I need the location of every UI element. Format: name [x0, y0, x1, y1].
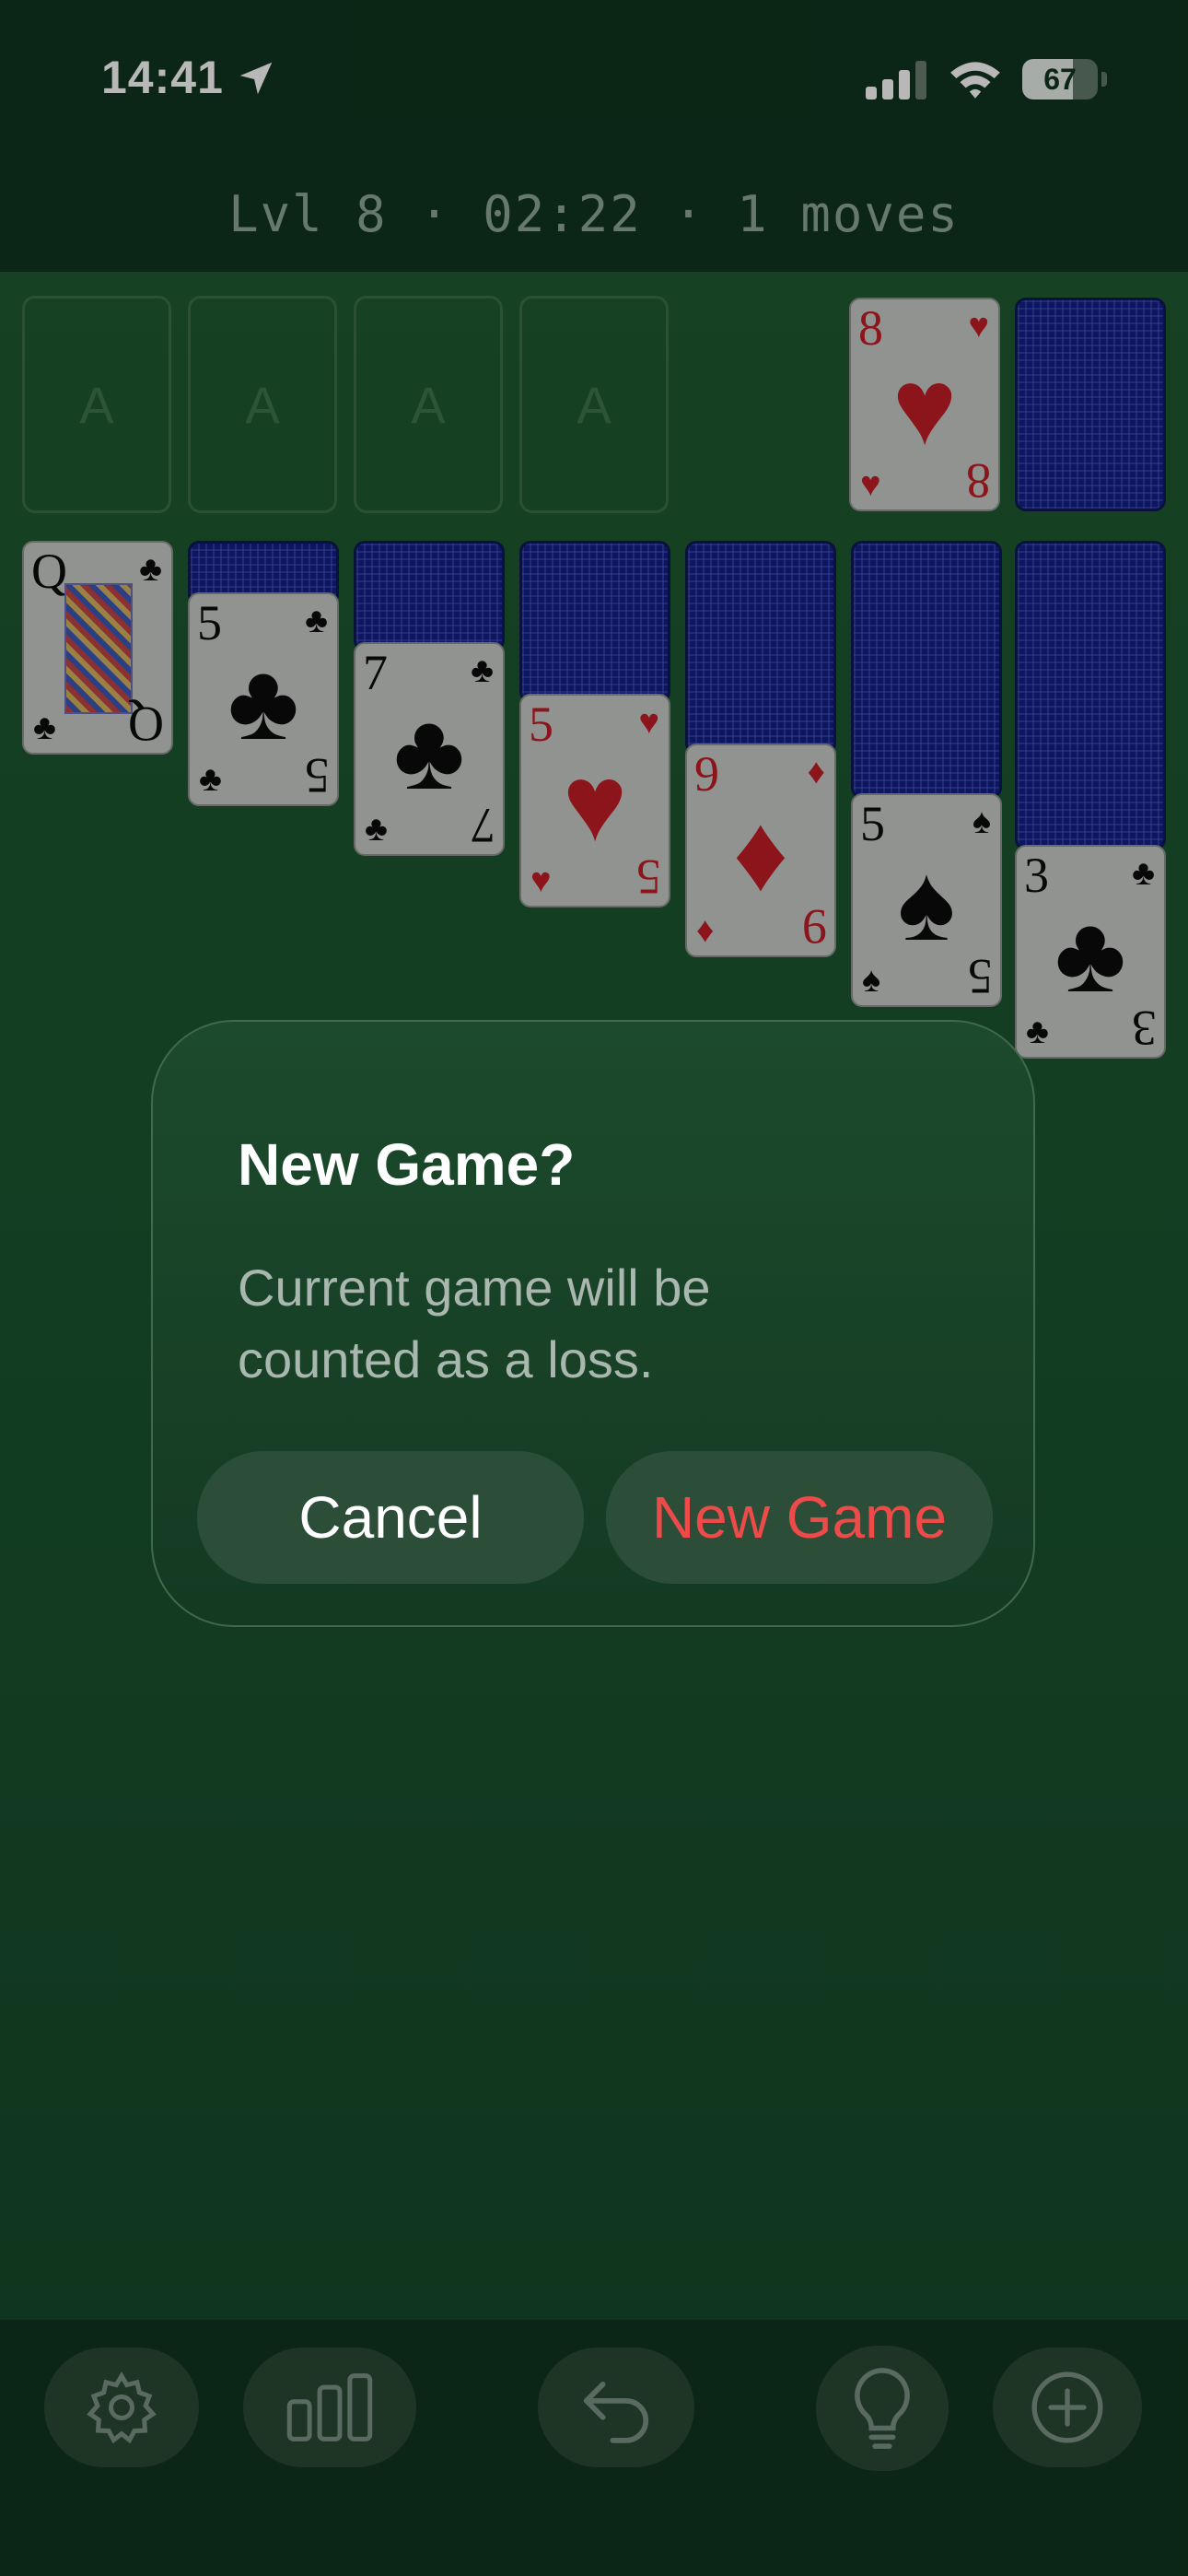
new-game-dialog: New Game? Current game will be counted a…: [151, 1020, 1035, 1627]
confirm-new-game-button[interactable]: New Game: [606, 1451, 993, 1584]
dialog-message: Current game will be counted as a loss.: [238, 1259, 711, 1388]
cancel-button[interactable]: Cancel: [197, 1451, 584, 1584]
dialog-title: New Game?: [238, 1131, 576, 1198]
